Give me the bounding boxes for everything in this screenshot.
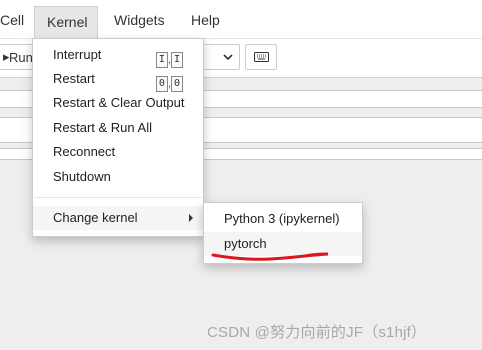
menu-help[interactable]: Help bbox=[191, 12, 220, 28]
menu-bar: Cell Kernel Widgets Help bbox=[0, 0, 482, 39]
menu-item-restart[interactable]: Restart 0,0 bbox=[33, 67, 203, 93]
menu-item-change-kernel[interactable]: Change kernel bbox=[33, 206, 203, 230]
key-0: 0 bbox=[155, 76, 168, 93]
command-palette-button[interactable] bbox=[245, 44, 277, 70]
menu-cell[interactable]: Cell bbox=[0, 12, 24, 28]
menu-item-label: Change kernel bbox=[53, 210, 138, 225]
red-underline-annotation bbox=[211, 252, 329, 261]
run-label: Run bbox=[9, 50, 33, 65]
menu-item-reconnect[interactable]: Reconnect bbox=[33, 140, 203, 164]
menu-item-restart-run-all[interactable]: Restart & Run All bbox=[33, 116, 203, 140]
kernel-menu: Interrupt I,I Restart 0,0 Restart & Clea… bbox=[32, 38, 204, 237]
keyboard-icon bbox=[254, 52, 269, 62]
menu-item-interrupt[interactable]: Interrupt I,I bbox=[33, 43, 203, 69]
chevron-down-icon bbox=[223, 54, 233, 61]
menu-kernel[interactable]: Kernel bbox=[34, 6, 98, 38]
run-button[interactable]: ▸ Run bbox=[0, 44, 34, 70]
menu-item-shutdown[interactable]: Shutdown bbox=[33, 165, 203, 189]
key-0: 0 bbox=[171, 76, 183, 93]
menu-item-label: Interrupt bbox=[53, 47, 102, 62]
key-i: I bbox=[171, 52, 183, 69]
key-i: I bbox=[155, 52, 168, 69]
menu-item-restart-clear-output[interactable]: Restart & Clear Output bbox=[33, 91, 203, 115]
menu-divider bbox=[34, 197, 202, 198]
menu-item-label: Restart bbox=[53, 71, 95, 86]
menu-widgets[interactable]: Widgets bbox=[114, 12, 165, 28]
watermark: CSDN @努力向前的JF（s1hjf） bbox=[207, 324, 427, 341]
chevron-right-icon bbox=[189, 214, 193, 222]
kernel-option-python3[interactable]: Python 3 (ipykernel) bbox=[204, 207, 362, 231]
